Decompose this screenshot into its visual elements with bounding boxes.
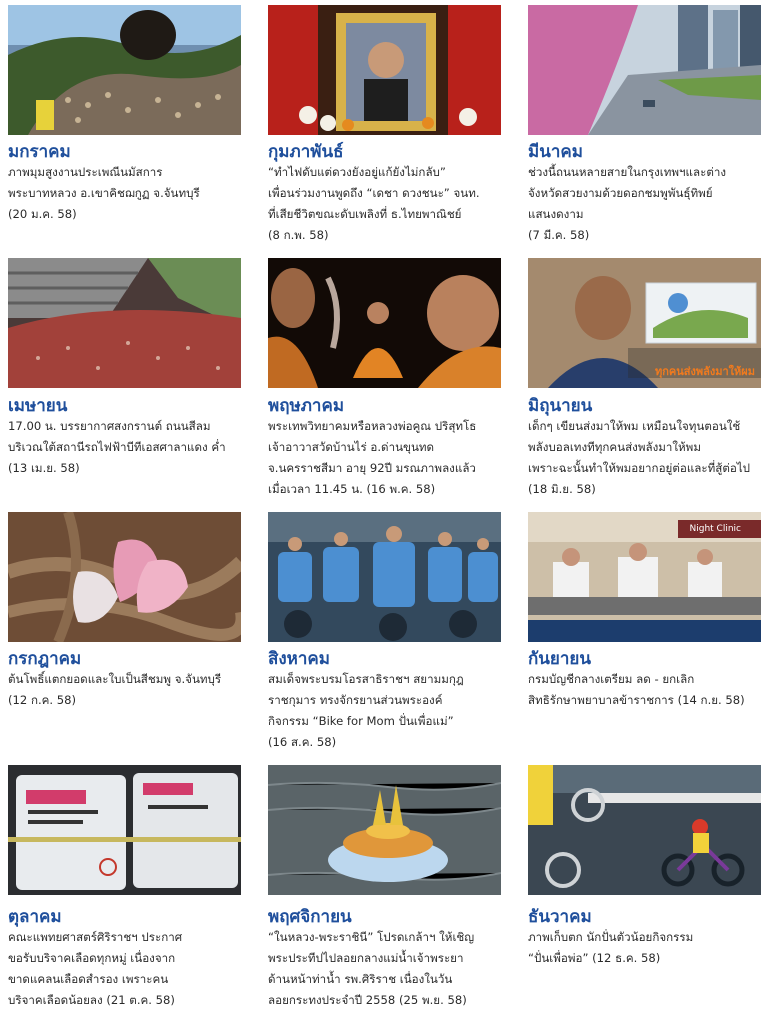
month-desc-november: “ในหลวง-พระราชินี” โปรดเกล้าฯ ให้เชิญ พร… — [268, 930, 475, 1007]
month-desc-september: กรมบัญชีกลางเตรียม ลด - ยกเลิก สิทธิรักษ… — [528, 672, 745, 707]
photo-october — [8, 765, 241, 895]
month-title-december: ธันวาคม — [528, 907, 592, 927]
month-title-february: กุมภาพันธ์ — [268, 142, 344, 162]
photo-january — [8, 5, 241, 135]
photo-august — [268, 512, 501, 642]
month-desc-october: คณะแพทยศาสตร์ศิริราชฯ ประกาศ ขอรับบริจาค… — [8, 930, 183, 1007]
month-title-september: กันยายน — [528, 649, 592, 669]
photo-may — [268, 258, 501, 388]
photo-june: ทุกคนส่งพลังมาให้ผม — [528, 258, 761, 388]
month-desc-january: ภาพมุมสูงงานประเพณีนมัสการ พระบาทหลวง อ.… — [8, 165, 200, 221]
photo-july — [8, 512, 241, 642]
month-title-may: พฤษภาคม — [268, 396, 345, 416]
photo-june-caption: ทุกคนส่งพลังมาให้ผม — [655, 365, 755, 378]
photo-calendar-grid: มกราคม ภาพมุมสูงงานประเพณีนมัสการ พระบาท… — [0, 0, 763, 1018]
photo-february — [268, 5, 501, 135]
month-title-july: กรกฎาคม — [8, 649, 82, 669]
month-desc-february: “ทำไฟดับแต่ดวงยังอยู่แก้ยังไม่กลับ” เพื่… — [268, 165, 480, 242]
photo-april — [8, 258, 241, 388]
month-title-april: เมษายน — [8, 396, 68, 416]
month-title-june: มิถุนายน — [528, 396, 593, 416]
photo-september-caption: Night Clinic — [689, 524, 741, 534]
month-desc-august: สมเด็จพระบรมโอรสาธิราชฯ สยามมกุฎ ราชกุมา… — [268, 672, 464, 749]
month-desc-july: ต้นโพธิ์แตกยอดและใบเป็นสีชมพู จ.จันทบุรี… — [8, 672, 222, 707]
photo-march — [528, 5, 761, 135]
photo-november — [268, 765, 501, 895]
month-desc-april: 17.00 น. บรรยากาศสงกรานต์ ถนนสีลม บริเวณ… — [8, 419, 226, 475]
month-desc-december: ภาพเก็บตก นักปั่นตัวน้อยกิจกรรม “ปั่นเพื… — [528, 930, 694, 965]
month-title-august: สิงหาคม — [268, 649, 331, 669]
month-title-march: มีนาคม — [528, 142, 583, 162]
month-desc-may: พระเทพวิทยาคมหรือหลวงพ่อคูณ ปริสุทโธ เจ้… — [268, 419, 477, 496]
month-title-november: พฤศจิกายน — [268, 907, 352, 927]
month-title-january: มกราคม — [8, 142, 71, 162]
month-desc-march: ช่วงนี้ถนนหลายสายในกรุงเทพฯและต่าง จังหว… — [528, 165, 727, 242]
month-desc-june: เด็กๆ เขียนส่งมาให้พม เหมือนใจทุนตอนใช้ … — [528, 419, 751, 496]
photo-september: Night Clinic — [528, 512, 761, 642]
photo-december — [528, 765, 761, 895]
month-title-october: ตุลาคม — [8, 907, 62, 927]
